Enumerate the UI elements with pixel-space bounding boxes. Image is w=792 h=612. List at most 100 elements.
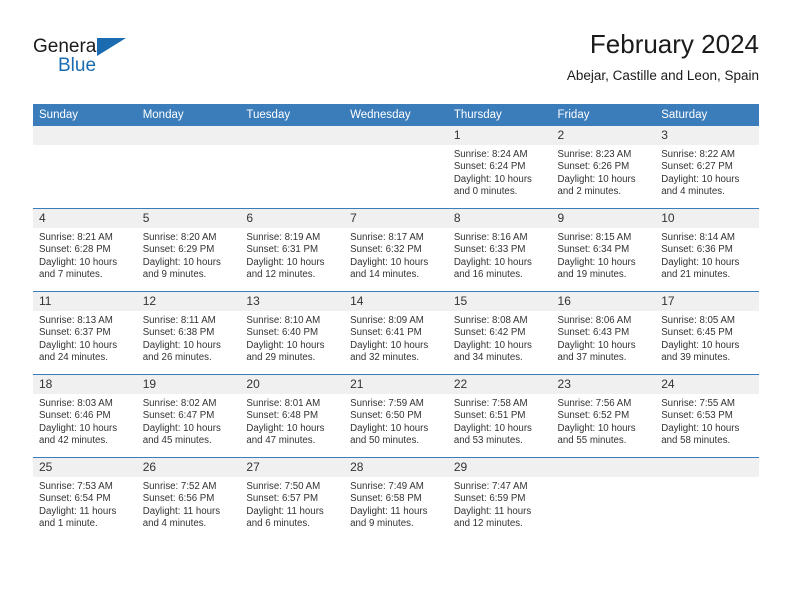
sunrise-text: Sunrise: 8:08 AM <box>453 315 528 326</box>
calendar-day-cell-23[interactable]: 23 Sunrise: 7:56 AM Sunset: 6:52 PM Dayligh… <box>551 374 656 458</box>
sunrise-text: Sunrise: 8:16 AM <box>453 232 528 243</box>
calendar-day-cell-12[interactable]: 12 Sunrise: 8:11 AM Sunset: 6:38 PM Dayligh… <box>136 291 241 375</box>
calendar-day-cell-1[interactable]: 1 Sunrise: 8:24 AM Sunset: 6:24 PM Daylight… <box>447 126 552 209</box>
day-details: Sunrise: 7:49 AM Sunset: 6:58 PM Daylight:… <box>344 477 448 531</box>
calendar-day-cell-25[interactable]: 25 Sunrise: 7:53 AM Sunset: 6:54 PM Dayligh… <box>33 457 137 540</box>
calendar-day-cell-13[interactable]: 13 Sunrise: 8:10 AM Sunset: 6:40 PM Dayligh… <box>240 291 345 375</box>
sunset-text: Sunset: 6:56 PM <box>142 493 215 505</box>
day-number: 15 <box>447 292 552 311</box>
daylight-text: Daylight: 10 hours and 16 minutes. <box>453 256 532 281</box>
day-details: Sunrise: 8:16 AM Sunset: 6:33 PM Daylight:… <box>448 228 552 282</box>
calendar-day-cell-28[interactable]: 28 Sunrise: 7:49 AM Sunset: 6:58 PM Dayligh… <box>344 457 448 540</box>
calendar-day-cell-21[interactable]: 21 Sunrise: 7:59 AM Sunset: 6:50 PM Dayligh… <box>344 374 448 458</box>
sunrise-text: Sunrise: 8:02 AM <box>142 398 217 409</box>
day-details: Sunrise: 8:20 AM Sunset: 6:29 PM Daylight:… <box>137 228 241 282</box>
day-number: 1 <box>447 126 552 145</box>
day-number: 19 <box>136 375 241 394</box>
day-number: 13 <box>240 292 345 311</box>
calendar-day-cell-24[interactable]: 24 Sunrise: 7:55 AM Sunset: 6:53 PM Dayligh… <box>655 374 759 458</box>
daylight-text: Daylight: 10 hours and 9 minutes. <box>142 256 221 281</box>
calendar-day-cell-11[interactable]: 11 Sunrise: 8:13 AM Sunset: 6:37 PM Dayligh… <box>33 291 137 375</box>
calendar-day-cell-5[interactable]: 5 Sunrise: 8:20 AM Sunset: 6:29 PM Daylight… <box>136 208 241 292</box>
day-details: Sunrise: 8:06 AM Sunset: 6:43 PM Daylight:… <box>552 311 656 365</box>
page-subtitle: Abejar, Castille and Leon, Spain <box>566 68 759 83</box>
calendar-day-cell-4[interactable]: 4 Sunrise: 8:21 AM Sunset: 6:28 PM Daylight… <box>33 208 137 292</box>
day-details: Sunrise: 8:23 AM Sunset: 6:26 PM Daylight:… <box>552 145 656 199</box>
calendar-day-cell-29[interactable]: 29 Sunrise: 7:47 AM Sunset: 6:59 PM Dayligh… <box>447 457 552 540</box>
calendar-day-cell-26[interactable]: 26 Sunrise: 7:52 AM Sunset: 6:56 PM Dayligh… <box>136 457 241 540</box>
calendar-day-cell-19[interactable]: 19 Sunrise: 8:02 AM Sunset: 6:47 PM Dayligh… <box>136 374 241 458</box>
calendar-day-cell-empty <box>33 126 137 209</box>
daylight-text: Daylight: 11 hours and 4 minutes. <box>142 505 221 530</box>
day-details: Sunrise: 7:50 AM Sunset: 6:57 PM Daylight:… <box>240 477 344 531</box>
sunset-text: Sunset: 6:27 PM <box>661 161 733 173</box>
calendar-day-cell-22[interactable]: 22 Sunrise: 7:58 AM Sunset: 6:51 PM Dayligh… <box>447 374 552 458</box>
sunset-text: Sunset: 6:50 PM <box>350 410 422 422</box>
calendar-day-cell-8[interactable]: 8 Sunrise: 8:16 AM Sunset: 6:33 PM Daylight… <box>447 208 552 292</box>
calendar-day-cell-7[interactable]: 7 Sunrise: 8:17 AM Sunset: 6:32 PM Daylight… <box>344 208 448 292</box>
calendar-day-cell-6[interactable]: 6 Sunrise: 8:19 AM Sunset: 6:31 PM Daylight… <box>240 208 345 292</box>
sunset-text: Sunset: 6:54 PM <box>39 493 111 505</box>
day-number: 7 <box>344 209 448 228</box>
day-number: 28 <box>344 458 448 477</box>
day-number: 21 <box>344 375 448 394</box>
daylight-text: Daylight: 10 hours and 53 minutes. <box>453 422 532 447</box>
day-details: Sunrise: 8:15 AM Sunset: 6:34 PM Daylight:… <box>552 228 656 282</box>
logo-text-blue: Blue <box>58 55 97 76</box>
calendar-day-cell-15[interactable]: 15 Sunrise: 8:08 AM Sunset: 6:42 PM Dayligh… <box>447 291 552 375</box>
sunset-text: Sunset: 6:42 PM <box>453 327 526 339</box>
generalblue-logo[interactable]: General Blue <box>33 36 153 88</box>
sunrise-text: Sunrise: 8:05 AM <box>661 315 735 326</box>
sunrise-text: Sunrise: 7:56 AM <box>557 398 632 409</box>
sunrise-text: Sunrise: 8:09 AM <box>350 315 424 326</box>
calendar-header-row: Sunday Monday Tuesday Wednesday Thursday Frid… <box>33 104 759 126</box>
sunrise-text: Sunrise: 8:03 AM <box>39 398 113 409</box>
day-details: Sunrise: 8:03 AM Sunset: 6:46 PM Daylight:… <box>33 394 137 448</box>
calendar-day-cell-9[interactable]: 9 Sunrise: 8:15 AM Sunset: 6:34 PM Daylight… <box>551 208 656 292</box>
sunset-text: Sunset: 6:29 PM <box>142 244 215 256</box>
sunset-text: Sunset: 6:46 PM <box>39 410 111 422</box>
day-details: Sunrise: 8:21 AM Sunset: 6:28 PM Daylight:… <box>33 228 137 282</box>
calendar-day-cell-10[interactable]: 10 Sunrise: 8:14 AM Sunset: 6:36 PM Dayligh… <box>655 208 759 292</box>
calendar-day-cell-2[interactable]: 2 Sunrise: 8:23 AM Sunset: 6:26 PM Daylight… <box>551 126 656 209</box>
calendar-day-cell-14[interactable]: 14 Sunrise: 8:09 AM Sunset: 6:41 PM Dayligh… <box>344 291 448 375</box>
day-number <box>240 126 345 145</box>
calendar-day-cell-16[interactable]: 16 Sunrise: 8:06 AM Sunset: 6:43 PM Dayligh… <box>551 291 656 375</box>
day-number: 26 <box>136 458 241 477</box>
calendar-day-cell-18[interactable]: 18 Sunrise: 8:03 AM Sunset: 6:46 PM Dayligh… <box>33 374 137 458</box>
sunset-text: Sunset: 6:45 PM <box>661 327 733 339</box>
day-number: 6 <box>240 209 345 228</box>
calendar-day-cell-20[interactable]: 20 Sunrise: 8:01 AM Sunset: 6:48 PM Dayligh… <box>240 374 345 458</box>
day-details: Sunrise: 8:10 AM Sunset: 6:40 PM Daylight:… <box>240 311 344 365</box>
day-number: 23 <box>551 375 656 394</box>
calendar-day-cell-3[interactable]: 3 Sunrise: 8:22 AM Sunset: 6:27 PM Daylight… <box>655 126 759 209</box>
sunrise-text: Sunrise: 7:58 AM <box>453 398 528 409</box>
daylight-text: Daylight: 10 hours and 19 minutes. <box>557 256 636 281</box>
calendar-day-cell-17[interactable]: 17 Sunrise: 8:05 AM Sunset: 6:45 PM Dayligh… <box>655 291 759 375</box>
calendar-day-cell-empty <box>240 126 345 209</box>
day-details: Sunrise: 8:17 AM Sunset: 6:32 PM Daylight:… <box>344 228 448 282</box>
day-details: Sunrise: 8:19 AM Sunset: 6:31 PM Daylight:… <box>240 228 344 282</box>
calendar-week-row: 1 Sunrise: 8:24 AM Sunset: 6:24 PM Daylight… <box>33 126 759 209</box>
sunset-text: Sunset: 6:58 PM <box>350 493 422 505</box>
day-number <box>655 458 759 477</box>
daylight-text: Daylight: 10 hours and 29 minutes. <box>246 339 325 364</box>
calendar-day-cell-27[interactable]: 27 Sunrise: 7:50 AM Sunset: 6:57 PM Dayligh… <box>240 457 345 540</box>
day-details: Sunrise: 8:01 AM Sunset: 6:48 PM Daylight:… <box>240 394 344 448</box>
sunrise-text: Sunrise: 7:52 AM <box>142 481 217 492</box>
sunrise-text: Sunrise: 8:01 AM <box>246 398 321 409</box>
sunset-text: Sunset: 6:40 PM <box>246 327 319 339</box>
sunrise-text: Sunrise: 7:55 AM <box>661 398 735 409</box>
day-number: 14 <box>344 292 448 311</box>
sunrise-text: Sunrise: 7:59 AM <box>350 398 424 409</box>
day-number: 9 <box>551 209 656 228</box>
weekday-header-wednesday: Wednesday <box>344 104 448 126</box>
weekday-header-tuesday: Tuesday <box>240 104 345 126</box>
sunrise-text: Sunrise: 8:17 AM <box>350 232 424 243</box>
day-details: Sunrise: 7:59 AM Sunset: 6:50 PM Daylight:… <box>344 394 448 448</box>
day-details: Sunrise: 8:02 AM Sunset: 6:47 PM Daylight:… <box>137 394 241 448</box>
daylight-text: Daylight: 10 hours and 58 minutes. <box>661 422 740 447</box>
weekday-header-sunday: Sunday <box>33 104 137 126</box>
day-number <box>344 126 448 145</box>
sunset-text: Sunset: 6:51 PM <box>453 410 526 422</box>
